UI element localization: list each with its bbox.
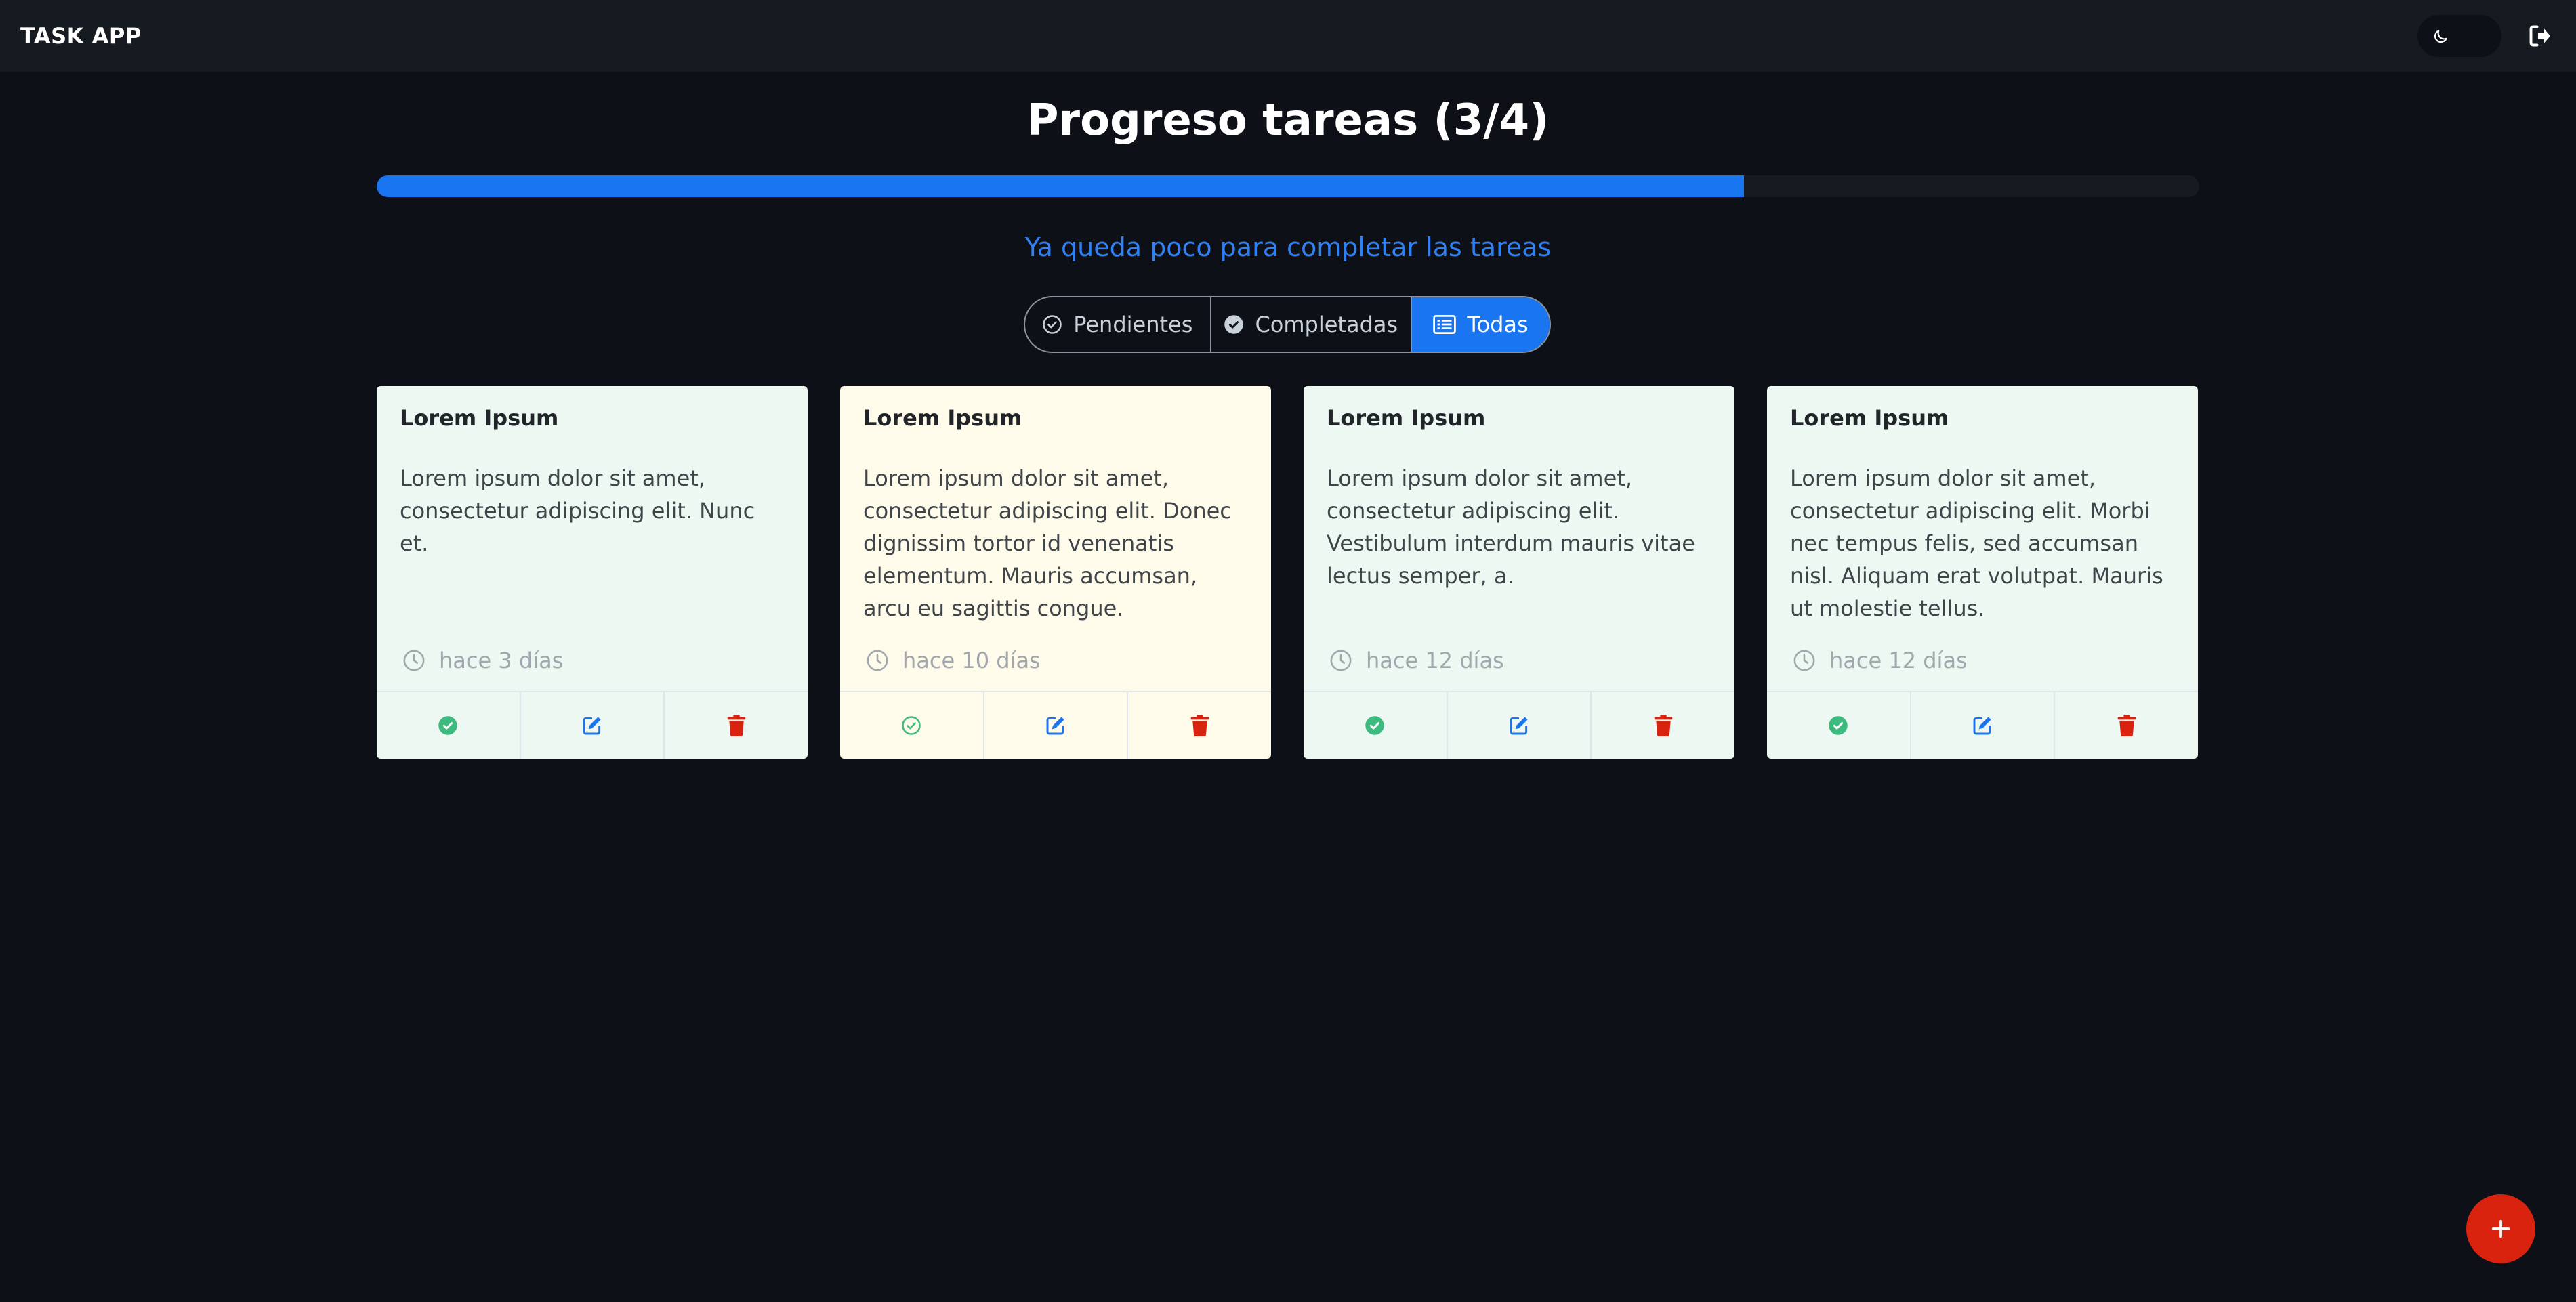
moon-icon [2434, 30, 2447, 43]
task-time: hace 10 días [866, 648, 1041, 673]
clock-icon [1793, 650, 1815, 671]
task-actions [840, 691, 1271, 759]
delete-task-button[interactable] [2055, 692, 2198, 759]
task-description: Lorem ipsum dolor sit amet, consectetur … [1790, 465, 2163, 621]
check-circle-filled-icon [438, 716, 458, 735]
task-card: Lorem Ipsum Lorem ipsum dolor sit amet, … [1767, 386, 2198, 759]
task-title: Lorem Ipsum [1327, 405, 1486, 431]
clock-icon [867, 650, 888, 671]
task-description: Lorem ipsum dolor sit amet, consectetur … [863, 465, 1232, 621]
edit-task-button[interactable] [521, 692, 665, 759]
trash-icon [727, 715, 746, 736]
edit-task-button[interactable] [1911, 692, 2056, 759]
check-circle-filled-icon [1224, 315, 1244, 334]
filter-completadas-label: Completadas [1255, 312, 1398, 337]
trash-icon [1654, 715, 1673, 736]
task-title: Lorem Ipsum [863, 405, 1022, 431]
edit-icon [583, 717, 601, 735]
trash-icon [2117, 715, 2136, 736]
complete-task-button[interactable] [1304, 692, 1448, 759]
edit-icon [1046, 717, 1064, 735]
delete-task-button[interactable] [1128, 692, 1271, 759]
edit-icon [1973, 717, 1991, 735]
task-card: Lorem Ipsum Lorem ipsum dolor sit amet, … [840, 386, 1271, 759]
progress-bar [377, 175, 2199, 197]
logout-icon [2529, 25, 2550, 47]
task-time: hace 12 días [1793, 648, 1968, 673]
progress-message: Ya queda poco para completar las tareas [1024, 232, 1552, 262]
clock-icon [403, 650, 425, 671]
progress-title: Progreso tareas (3/4) [1026, 96, 1550, 146]
filter-todas-button[interactable]: Todas [1412, 297, 1550, 352]
check-circle-filled-icon [1365, 716, 1385, 735]
task-filter-group: Pendientes Completadas Todas [1024, 296, 1551, 353]
task-actions [377, 691, 808, 759]
complete-task-button[interactable] [377, 692, 521, 759]
complete-task-button[interactable] [1767, 692, 1911, 759]
edit-icon [1510, 717, 1528, 735]
progress-bar-fill [377, 175, 1744, 197]
task-description: Lorem ipsum dolor sit amet, consectetur … [1327, 465, 1695, 589]
clock-icon [1330, 650, 1352, 671]
edit-task-button[interactable] [1448, 692, 1592, 759]
add-task-button[interactable] [2466, 1194, 2535, 1263]
delete-task-button[interactable] [1592, 692, 1734, 759]
check-circle-outline-icon [1043, 315, 1062, 334]
task-time: hace 12 días [1329, 648, 1504, 673]
top-navbar: TASK APP [0, 0, 2576, 72]
check-circle-filled-icon [1829, 716, 1848, 735]
theme-toggle[interactable] [2417, 15, 2501, 57]
task-title: Lorem Ipsum [1790, 405, 1949, 431]
filter-completadas-button[interactable]: Completadas [1211, 297, 1413, 352]
delete-task-button[interactable] [665, 692, 808, 759]
task-actions [1304, 691, 1734, 759]
task-time-label: hace 3 días [439, 648, 564, 673]
task-title: Lorem Ipsum [400, 405, 559, 431]
task-description: Lorem ipsum dolor sit amet, consectetur … [400, 465, 755, 556]
task-card: Lorem Ipsum Lorem ipsum dolor sit amet, … [1304, 386, 1734, 759]
task-actions [1767, 691, 2198, 759]
task-time-label: hace 10 días [902, 648, 1041, 673]
list-icon [1433, 315, 1457, 334]
task-card: Lorem Ipsum Lorem ipsum dolor sit amet, … [377, 386, 808, 759]
complete-task-button[interactable] [840, 692, 984, 759]
check-circle-outline-icon [902, 716, 921, 735]
task-time: hace 3 días [402, 648, 563, 673]
filter-todas-label: Todas [1467, 312, 1529, 337]
filter-pendientes-button[interactable]: Pendientes [1025, 297, 1211, 352]
app-title[interactable]: TASK APP [20, 0, 142, 72]
plus-icon [2491, 1219, 2510, 1238]
filter-pendientes-label: Pendientes [1073, 312, 1193, 337]
logout-button[interactable] [2525, 20, 2556, 51]
task-time-label: hace 12 días [1829, 648, 1968, 673]
edit-task-button[interactable] [984, 692, 1129, 759]
task-time-label: hace 12 días [1366, 648, 1504, 673]
trash-icon [1190, 715, 1209, 736]
